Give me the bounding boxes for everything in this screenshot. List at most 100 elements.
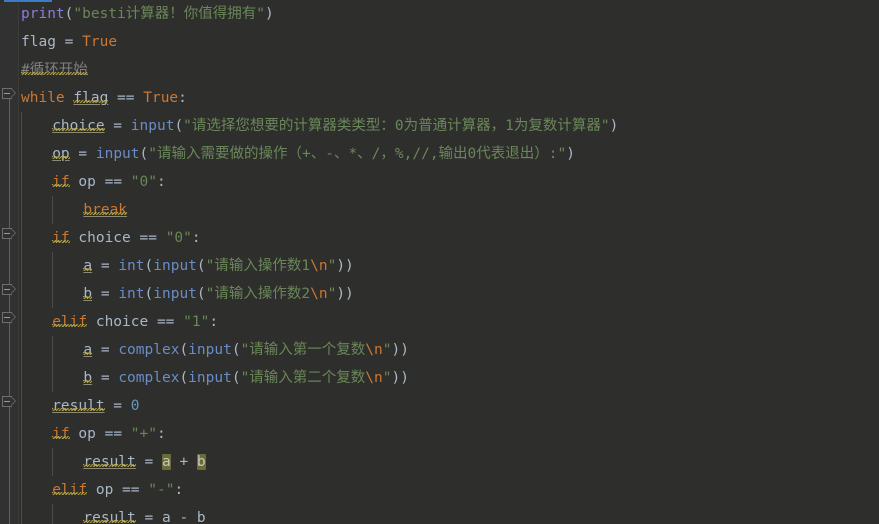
code-line[interactable]: #循环开始: [19, 56, 879, 84]
code-token: b: [196, 510, 206, 524]
code-token: "请输入操作数: [205, 258, 302, 274]
indent-guide: [21, 476, 22, 504]
fold-marker-elif-choice[interactable]: [2, 312, 17, 323]
code-token: )): [336, 286, 354, 302]
code-token: )): [391, 370, 409, 386]
code-token: (: [179, 370, 189, 386]
editor-gutter[interactable]: [0, 0, 19, 524]
code-token: ==: [148, 314, 184, 330]
code-line[interactable]: result = a + b: [19, 448, 879, 476]
code-token: input: [188, 342, 232, 358]
code-token: )): [391, 342, 409, 358]
code-line[interactable]: print("besti计算器！你值得拥有"): [19, 0, 879, 28]
code-token: True: [143, 90, 179, 106]
code-token: =: [104, 118, 131, 134]
code-token: choice: [52, 118, 105, 134]
code-token: (: [196, 286, 206, 302]
code-token: =: [92, 342, 119, 358]
fold-tip-inner: [11, 229, 15, 237]
fold-tip-inner: [11, 397, 15, 405]
code-token: "请选择您想要的计算器类类型：: [183, 118, 395, 134]
code-line[interactable]: b = complex(input("请输入第二个复数\n")): [19, 364, 879, 392]
indent-guide: [21, 336, 22, 364]
indent-guide: [21, 280, 22, 308]
indent-guide: [52, 504, 54, 524]
code-token: input: [95, 146, 140, 162]
code-token: \n: [365, 342, 383, 358]
indent-guide: [21, 420, 22, 448]
code-token: "请输入需要做的操作（+、-、*、/，%,//,输出: [148, 146, 468, 162]
code-token: ): [566, 146, 575, 162]
fold-tip-inner: [11, 285, 15, 293]
code-token: 1: [301, 258, 311, 274]
fold-marker-if-op[interactable]: [2, 228, 17, 239]
code-token: 2: [301, 286, 311, 302]
code-token: (: [144, 286, 154, 302]
code-token: =: [55, 34, 83, 50]
code-token: choice: [69, 230, 131, 246]
fold-marker-if-plus[interactable]: [2, 396, 17, 407]
indent-guide: [52, 448, 54, 476]
code-token: op: [87, 482, 114, 498]
code-token: op: [52, 146, 70, 162]
code-token: complex: [118, 370, 180, 386]
code-line[interactable]: while flag == True:: [19, 84, 879, 112]
code-token: :: [178, 90, 187, 106]
code-token: 0: [394, 118, 404, 134]
code-token: ==: [130, 230, 166, 246]
indent-guide: [21, 392, 22, 420]
code-line[interactable]: elif op == "-":: [19, 476, 879, 504]
code-editor[interactable]: print("besti计算器！你值得拥有") flag = True #循环开始 w…: [0, 0, 879, 524]
code-token: (: [174, 118, 184, 134]
code-line[interactable]: choice = input("请选择您想要的计算器类类型：0为普通计算器，1为…: [19, 112, 879, 140]
code-token: "0": [130, 174, 157, 190]
code-token: a: [83, 258, 93, 274]
code-token: =: [92, 286, 119, 302]
code-token: "-": [148, 482, 175, 498]
code-token: elif: [52, 314, 88, 330]
code-token: =: [135, 454, 162, 470]
code-token: :: [156, 426, 166, 442]
code-line[interactable]: op = input("请输入需要做的操作（+、-、*、/，%,//,输出0代表…: [19, 140, 879, 168]
code-token: "0": [165, 230, 192, 246]
code-token: \n: [310, 286, 328, 302]
code-token: print: [21, 6, 65, 22]
code-token: :: [174, 482, 184, 498]
code-line[interactable]: elif choice == "1":: [19, 308, 879, 336]
code-line-text: a = int(input("请输入操作数1\n")): [21, 258, 353, 274]
code-line[interactable]: if choice == "0":: [19, 224, 879, 252]
indent-guide: [52, 336, 54, 364]
code-token: =: [69, 146, 96, 162]
code-line[interactable]: if op == "0":: [19, 168, 879, 196]
fold-marker-if-choice[interactable]: [2, 284, 17, 295]
code-line[interactable]: b = int(input("请输入操作数2\n")): [19, 280, 879, 308]
indent-guide: [52, 364, 54, 392]
code-line[interactable]: a = int(input("请输入操作数1\n")): [19, 252, 879, 280]
code-token: "1": [183, 314, 210, 330]
code-line-text: #循环开始: [21, 62, 88, 78]
code-line[interactable]: a = complex(input("请输入第一个复数\n")): [19, 336, 879, 364]
fold-minus-icon: [4, 401, 10, 402]
code-line[interactable]: result = a - b: [19, 504, 879, 524]
code-line[interactable]: result = 0: [19, 392, 879, 420]
fold-minus-icon: [4, 289, 10, 290]
code-token: =: [92, 258, 119, 274]
indent-guide: [21, 196, 22, 224]
code-line-text: op = input("请输入需要做的操作（+、-、*、/，%,//,输出0代表…: [21, 146, 575, 162]
code-line-text: choice = input("请选择您想要的计算器类类型：0为普通计算器，1为…: [21, 118, 618, 134]
code-token: a: [83, 342, 93, 358]
code-token: ==: [108, 90, 144, 106]
code-line[interactable]: if op == "+":: [19, 420, 879, 448]
code-content[interactable]: print("besti计算器！你值得拥有") flag = True #循环开始 w…: [19, 0, 879, 524]
code-line[interactable]: flag = True: [19, 28, 879, 56]
code-token: (: [196, 258, 206, 274]
indent-guide: [21, 308, 22, 336]
code-line-text: result = a + b: [21, 454, 206, 470]
code-line[interactable]: break: [19, 196, 879, 224]
code-token: ": [382, 342, 392, 358]
code-token: -: [170, 510, 197, 524]
code-token: result: [83, 510, 136, 524]
code-token: 代表退出）:": [476, 146, 567, 162]
fold-marker-while[interactable]: [2, 88, 17, 99]
indent-guide: [21, 364, 22, 392]
